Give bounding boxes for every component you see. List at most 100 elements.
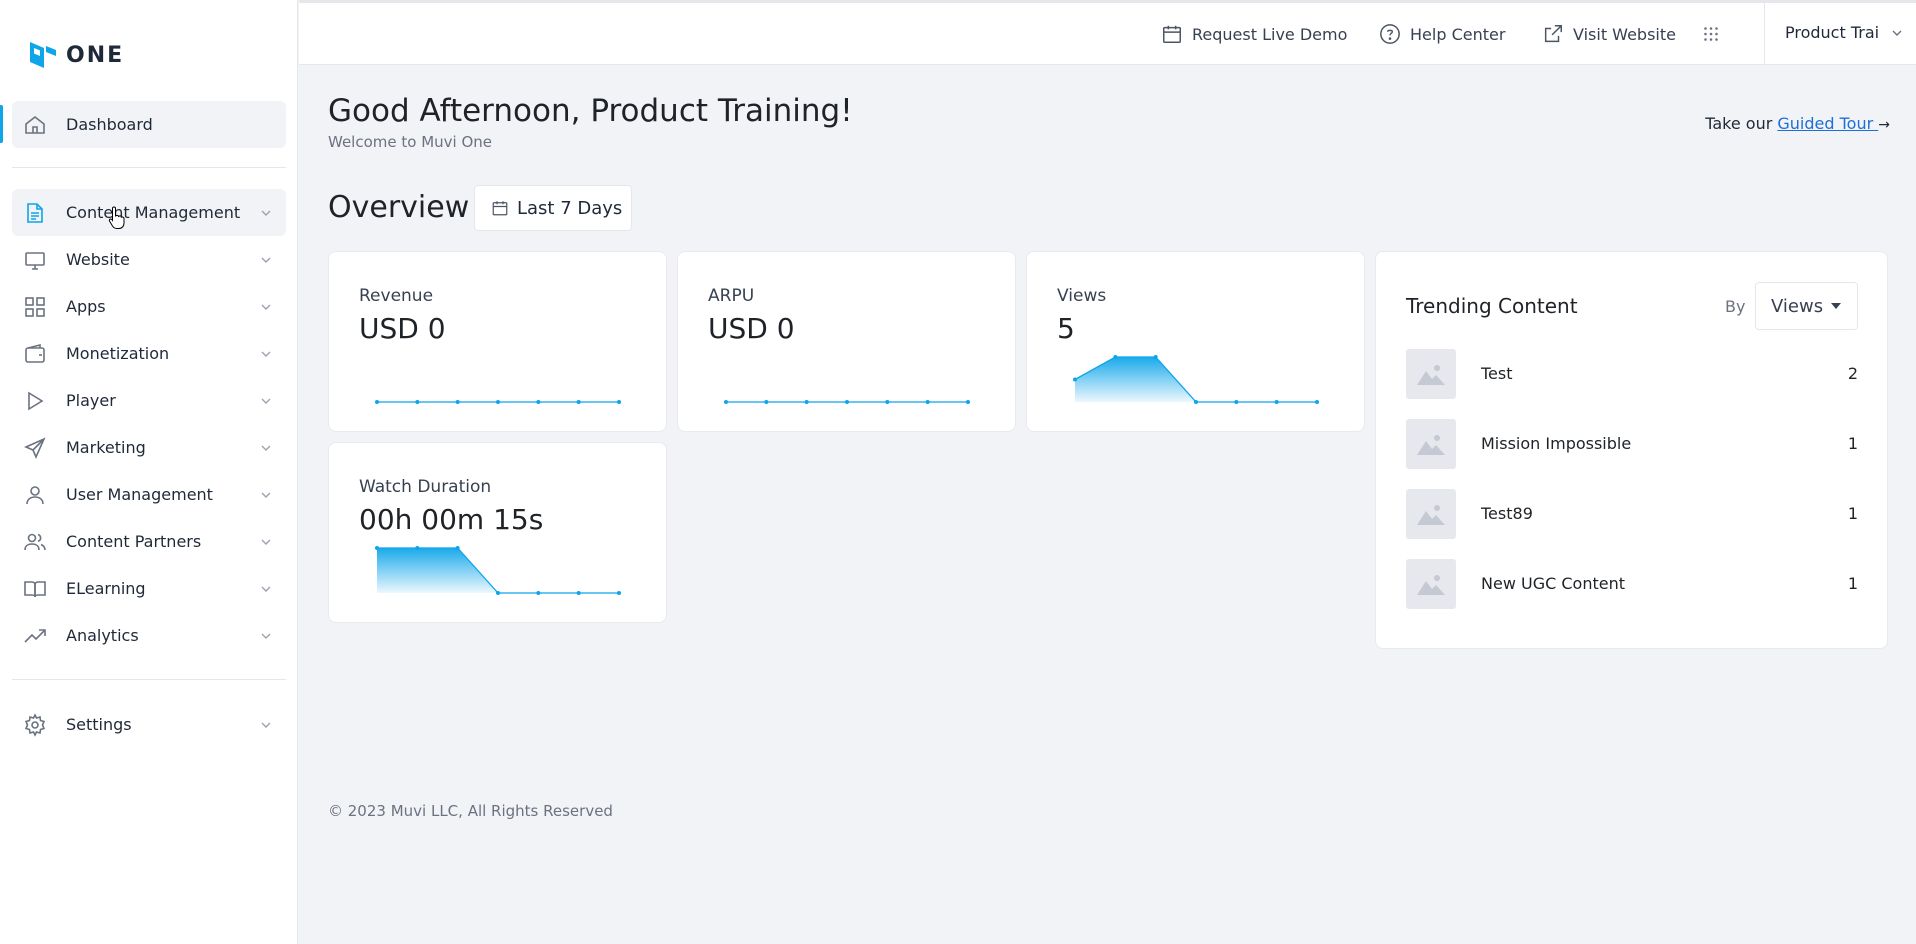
chevron-down-icon <box>1892 30 1902 36</box>
footer-copyright: © 2023 Muvi LLC, All Rights Reserved <box>328 802 613 820</box>
sidebar-item-label: Marketing <box>66 438 146 457</box>
calendar-icon <box>1163 25 1181 43</box>
calendar-icon <box>492 201 508 216</box>
sparkline-point <box>764 400 769 404</box>
thumbnail-placeholder <box>1406 419 1456 469</box>
chevron-down-icon <box>261 586 271 592</box>
sparkline-point <box>1113 355 1118 359</box>
watch-duration-sparkline <box>375 546 621 595</box>
request-live-demo-link[interactable]: Request Live Demo <box>1161 23 1347 45</box>
trending-metric-select[interactable]: Views <box>1755 282 1858 330</box>
sidebar-item-label: Analytics <box>66 626 139 645</box>
sidebar-item-website[interactable]: Website <box>12 236 286 283</box>
thumbnail-placeholder <box>1406 489 1456 539</box>
sparkline-point <box>375 546 379 550</box>
image-placeholder-icon <box>1417 365 1445 385</box>
account-menu[interactable]: Product Trai <box>1785 23 1903 42</box>
chevron-down-icon <box>261 722 271 728</box>
sidebar-item-label: Apps <box>66 297 106 316</box>
chevron-down-icon <box>261 210 271 216</box>
sparkline-point <box>415 546 420 550</box>
sidebar-item-analytics[interactable]: Analytics <box>12 612 286 659</box>
sidebar-item-marketing[interactable]: Marketing <box>12 424 286 471</box>
apps-grid-button[interactable] <box>1703 26 1719 42</box>
sparkline-point <box>804 400 809 404</box>
wallet-icon <box>25 343 45 363</box>
sidebar-item-label: Website <box>66 250 130 269</box>
arpu-sparkline <box>724 400 970 404</box>
sparkline-point <box>536 400 541 404</box>
date-range-button[interactable]: Last 7 Days <box>474 185 632 231</box>
muvi-one-logo[interactable]: ONE <box>28 38 124 72</box>
top-bar: Request Live Demo Help Center Visit Webs… <box>299 0 1916 65</box>
sidebar-item-content-management[interactable]: Content Management <box>12 189 286 236</box>
dots-grid-icon <box>1704 27 1718 41</box>
trending-metric-value: Views <box>1771 295 1824 317</box>
guided-tour-prefix: Take our <box>1705 114 1778 133</box>
revenue-sparkline <box>375 400 621 404</box>
sidebar-item-player[interactable]: Player <box>12 377 286 424</box>
chevron-down-icon <box>261 539 271 545</box>
sidebar-item-label: Content Management <box>66 203 241 222</box>
sidebar-item-monetization[interactable]: Monetization <box>12 330 286 377</box>
help-center-link[interactable]: Help Center <box>1379 23 1505 45</box>
sidebar-item-user-management[interactable]: User Management <box>12 471 286 518</box>
sidebar-item-label: Content Partners <box>66 532 202 551</box>
sparkline-point <box>455 400 460 404</box>
trending-item-count: 2 <box>1847 364 1858 383</box>
active-indicator <box>0 105 3 143</box>
sparkline-area <box>377 548 619 593</box>
help-center-label: Help Center <box>1410 24 1506 44</box>
trending-item-count: 1 <box>1847 434 1858 453</box>
chevron-down-icon <box>261 257 271 263</box>
chevron-down-icon <box>261 633 271 639</box>
image-placeholder-icon <box>1417 435 1445 455</box>
trending-item[interactable]: Test 2 <box>1406 349 1858 399</box>
chevron-down-icon <box>261 398 271 404</box>
sidebar-item-settings[interactable]: Settings <box>12 701 286 748</box>
views-sparkline <box>1073 355 1319 404</box>
sparkline-point <box>576 591 581 595</box>
welcome-subtitle: Welcome to Muvi One <box>328 133 493 151</box>
sparkline-point <box>536 591 541 595</box>
views-card: Views 5 <box>1026 251 1365 432</box>
visit-website-link[interactable]: Visit Website <box>1542 23 1676 45</box>
sidebar-item-content-partners[interactable]: Content Partners <box>12 518 286 565</box>
sparkline-point <box>455 546 460 550</box>
thumbnail-placeholder <box>1406 559 1456 609</box>
trending-item-name: Test <box>1481 364 1513 383</box>
sidebar-item-elearning[interactable]: ELearning <box>12 565 286 612</box>
chevron-down-icon <box>261 492 271 498</box>
sidebar-item-label: Dashboard <box>66 115 153 134</box>
trending-item-name: Test89 <box>1481 504 1533 523</box>
trending-item[interactable]: Mission Impossible 1 <box>1406 419 1858 469</box>
chevron-down-icon <box>261 304 271 310</box>
trending-item-name: New UGC Content <box>1481 574 1625 593</box>
sidebar-item-label: Player <box>66 391 116 410</box>
sidebar-divider <box>12 679 286 680</box>
image-placeholder-icon <box>1417 575 1445 595</box>
guided-tour-link[interactable]: Guided Tour <box>1777 114 1878 133</box>
trending-content-card: Trending Content By Views Test 2 Mission… <box>1375 251 1888 649</box>
trending-item[interactable]: New UGC Content 1 <box>1406 559 1858 609</box>
trending-item[interactable]: Test89 1 <box>1406 489 1858 539</box>
sidebar-item-label: User Management <box>66 485 213 504</box>
watch-duration-card: Watch Duration 00h 00m 15s <box>328 442 667 623</box>
sidebar-item-apps[interactable]: Apps <box>12 283 286 330</box>
chevron-down-icon <box>261 351 271 357</box>
guided-tour-prompt: Take our Guided Tour → <box>1705 114 1890 133</box>
play-icon <box>28 391 44 411</box>
pointer-cursor-icon <box>108 206 125 229</box>
grid-icon <box>25 297 45 317</box>
muvi-logo-icon <box>30 42 56 68</box>
sparkline-point <box>617 591 621 595</box>
users-icon <box>24 533 46 551</box>
sparkline-point <box>1073 377 1077 382</box>
caret-down-icon <box>1831 303 1842 309</box>
overview-heading: Overview <box>328 190 470 225</box>
request-live-demo-label: Request Live Demo <box>1192 24 1348 44</box>
user-icon <box>26 486 44 505</box>
sidebar-item-dashboard[interactable]: Dashboard <box>12 101 286 148</box>
sparkline-point <box>845 400 849 404</box>
sparkline-point <box>375 400 379 404</box>
